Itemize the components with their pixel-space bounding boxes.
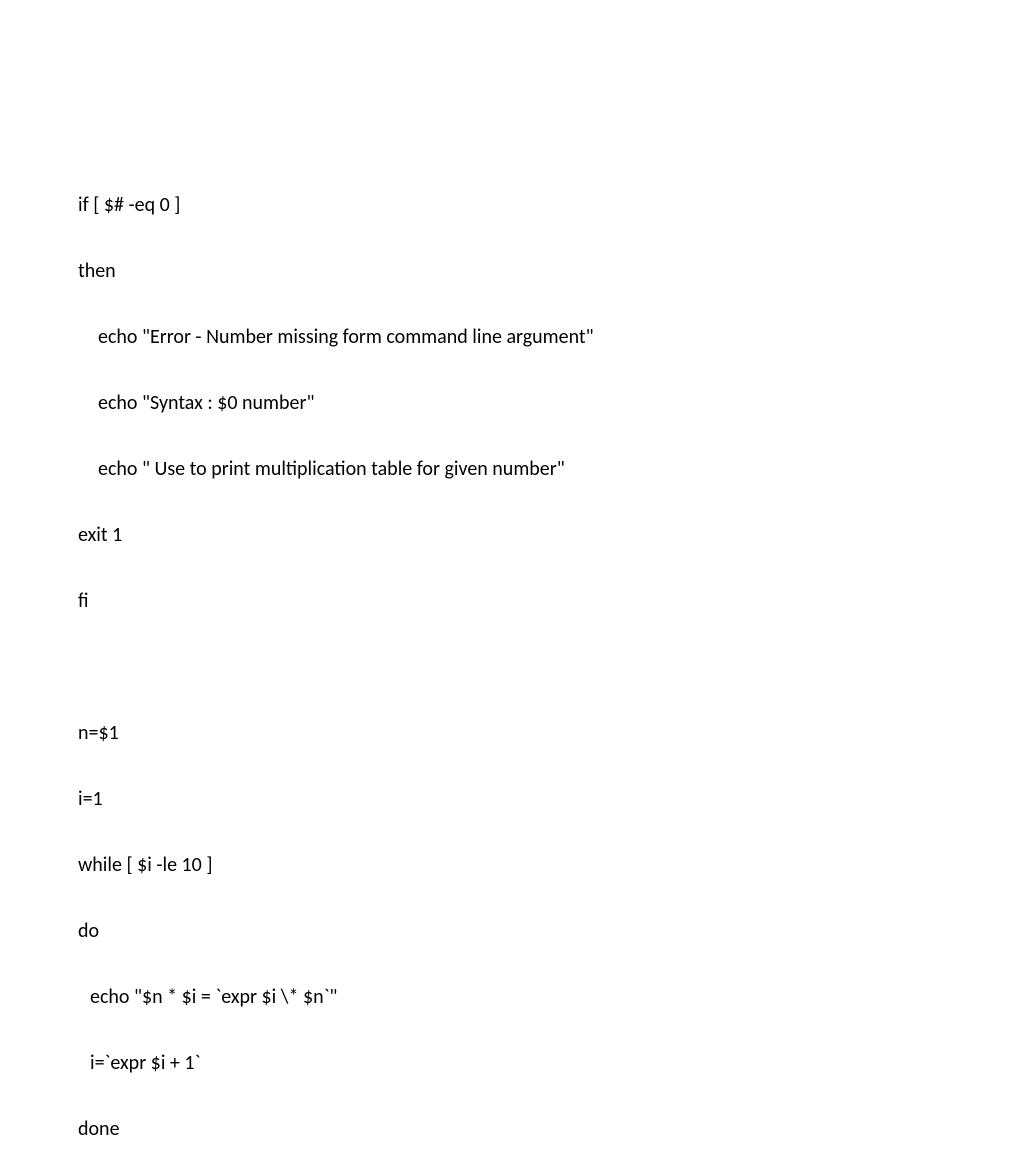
code-line: if [ $# -eq 0 ]	[78, 194, 1024, 216]
code-line: echo " Use to print multiplication table…	[78, 458, 1024, 480]
code-line: n=$1	[78, 722, 1024, 744]
code-line: echo "$n * $i = `expr $i \* $n`"	[78, 986, 1024, 1008]
code-line: exit 1	[78, 524, 1024, 546]
code-line: then	[78, 260, 1024, 282]
code-line: do	[78, 920, 1024, 942]
blank-line	[78, 656, 1024, 678]
code-line: i=1	[78, 788, 1024, 810]
code-line: fi	[78, 590, 1024, 612]
code-line: i=`expr $i + 1`	[78, 1052, 1024, 1074]
code-line: echo "Error - Number missing form comman…	[78, 326, 1024, 348]
code-line: done	[78, 1118, 1024, 1140]
code-line: while [ $i -le 10 ]	[78, 854, 1024, 876]
shell-script-code: if [ $# -eq 0 ] then echo "Error - Numbe…	[78, 150, 1024, 1152]
code-line: echo "Syntax : $0 number"	[78, 392, 1024, 414]
